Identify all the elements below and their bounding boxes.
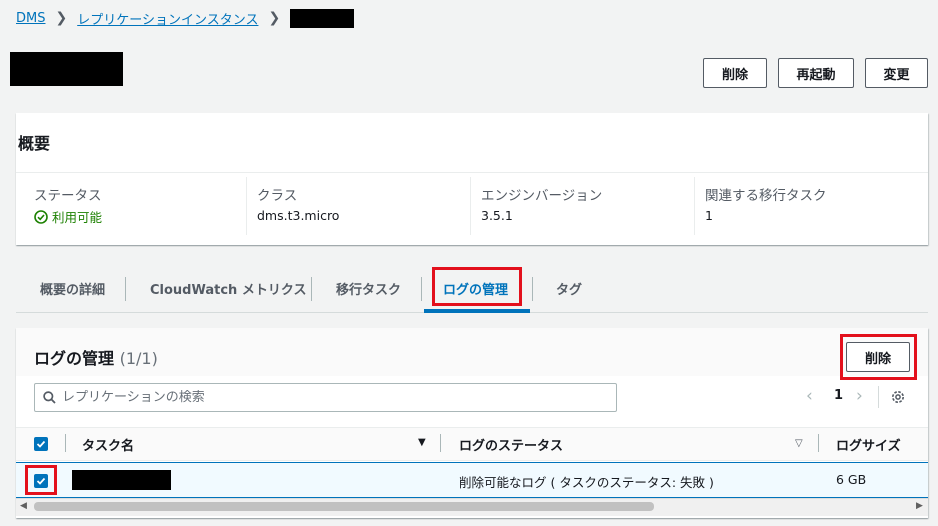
column-divider [694,177,695,235]
delete-button-highlight-box [840,334,917,380]
summary-title: 概要 [18,134,51,153]
summary-card [16,113,928,245]
column-divider [440,434,441,452]
row-checkbox-highlight-box [25,465,57,495]
breadcrumb-replication-instances-link[interactable]: レプリケーションインスタンス [77,9,258,28]
tab-divider [125,277,126,301]
modify-instance-button[interactable]: 変更 [865,58,928,88]
task-name-redacted [72,470,171,490]
column-header-task-name[interactable]: タスク名 [82,435,134,454]
scroll-right-icon[interactable]: ▶ [916,501,923,511]
panel-title: ログの管理 (1/1) [34,345,158,369]
class-label: クラス [257,188,298,204]
chevron-right-icon: ❯ [268,10,281,26]
breadcrumb-dms-link[interactable]: DMS [16,11,45,26]
tab-tags[interactable]: タグ [556,272,582,304]
tab-divider [311,277,312,301]
tab-overview-details[interactable]: 概要の詳細 [40,272,105,304]
column-divider [246,177,247,235]
checkmark-icon [36,440,46,448]
breadcrumb: DMS ❯ レプリケーションインスタンス ❯ [16,8,355,28]
engine-version-label: エンジンバージョン [481,188,603,204]
status-text: 利用可能 [52,210,103,225]
column-header-log-status[interactable]: ログのステータス [459,435,563,454]
column-header-log-size[interactable]: ログサイズ [836,435,901,454]
log-status-cell: 削除可能なログ ( タスクのステータス: 失敗 ) [459,475,714,490]
column-divider [818,434,819,452]
scroll-left-icon[interactable]: ◀ [20,501,27,511]
breadcrumb-current-redacted [290,8,355,28]
tab-migration-tasks[interactable]: 移行タスク [336,272,401,304]
check-circle-icon [34,209,48,224]
chevron-right-icon: ❯ [55,10,68,26]
delete-instance-button[interactable]: 削除 [703,58,767,88]
log-size-cell: 6 GB [836,472,867,487]
tab-cloudwatch-metrics[interactable]: CloudWatch メトリクス [150,272,306,304]
current-page-number[interactable]: 1 [834,388,843,403]
next-page-icon[interactable]: › [856,386,863,406]
tab-divider [421,277,422,301]
select-all-checkbox[interactable] [34,437,48,451]
page-title-redacted [10,52,123,86]
pagination-divider [878,386,879,408]
prev-page-icon[interactable]: ‹ [806,386,813,406]
sort-icon[interactable]: ▽ [795,438,803,449]
panel-count: (1/1) [119,349,158,368]
reboot-instance-button[interactable]: 再起動 [778,58,854,88]
search-icon [43,391,56,404]
summary-divider [16,172,928,173]
search-input-wrapper [34,383,617,412]
engine-version-value: 3.5.1 [481,208,513,223]
panel-title-text: ログの管理 [34,349,115,368]
column-divider [65,434,66,452]
search-input[interactable] [62,390,582,405]
tab-divider [532,277,533,301]
status-label: ステータス [34,188,102,204]
related-tasks-label: 関連する移行タスク [705,188,827,204]
related-tasks-value: 1 [705,208,713,223]
column-divider [470,177,471,235]
gear-icon[interactable] [890,389,906,405]
scrollbar-thumb[interactable] [34,502,654,511]
tab-highlight-box [432,267,522,306]
active-tab-indicator [424,309,530,313]
class-value: dms.t3.micro [257,208,340,223]
sort-down-icon[interactable]: ▼ [418,437,426,448]
status-value: 利用可能 [34,207,102,226]
